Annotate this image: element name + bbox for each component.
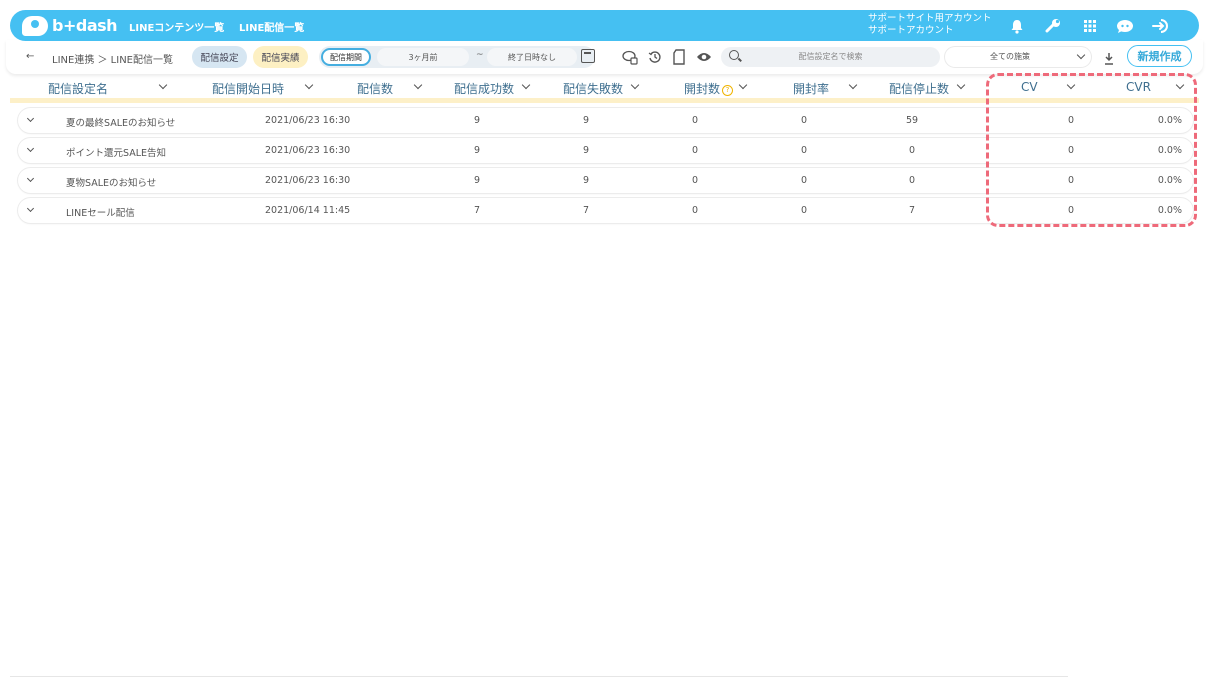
toolbar: ← LINE連携 ＞ LINE配信一覧 配信設定 配信実績 配信期間 3ヶ月前 … [10, 42, 1199, 72]
chevron-down-icon[interactable] [848, 80, 858, 90]
back-arrow-icon[interactable]: ← [26, 51, 34, 62]
grid-icon[interactable] [1080, 16, 1100, 36]
chat-icon[interactable] [1115, 16, 1135, 36]
chevron-down-icon [1076, 50, 1086, 60]
search-placeholder: 配信設定名で検索 [798, 52, 863, 61]
cell-date: 2021/06/14 11:45 [265, 205, 351, 216]
period-separator: ~ [476, 50, 484, 60]
eye-icon[interactable] [694, 47, 714, 67]
period-label[interactable]: 配信期間 [321, 48, 371, 66]
cell-stops: 0 [908, 145, 916, 156]
cell-stops: 59 [905, 115, 919, 126]
cell-success: 9 [582, 175, 590, 186]
column-header-stops[interactable]: 配信停止数 [889, 80, 949, 97]
cell-name: 夏の最終SALEのお知らせ [66, 118, 176, 129]
cell-success: 9 [582, 115, 590, 126]
account-info[interactable]: サポートサイト用アカウント サポートアカウント [868, 13, 992, 37]
cell-sent: 9 [473, 175, 481, 186]
expand-chevron-icon[interactable] [26, 204, 35, 213]
nav-line-contents[interactable]: LINEコンテンツ一覧 [129, 19, 224, 34]
bell-icon[interactable] [1007, 16, 1027, 36]
cell-date: 2021/06/23 16:30 [265, 115, 351, 126]
period-start-field[interactable]: 3ヶ月前 [377, 48, 469, 66]
expand-chevron-icon[interactable] [26, 144, 35, 153]
cell-name: ポイント還元SALE告知 [66, 148, 167, 159]
column-header-opens[interactable]: 開封数? [684, 80, 734, 97]
cell-stops: 0 [908, 175, 916, 186]
cell-date: 2021/06/23 16:30 [265, 145, 351, 156]
tab-delivery-settings[interactable]: 配信設定 [192, 46, 247, 68]
cell-stops: 7 [908, 205, 916, 216]
document-icon[interactable] [669, 47, 689, 67]
cell-fail: 0 [691, 145, 699, 156]
column-header-failure[interactable]: 配信失敗数 [563, 80, 623, 97]
chevron-down-icon[interactable] [158, 80, 168, 90]
column-header-opens-label: 開封数 [684, 82, 721, 96]
column-header-success[interactable]: 配信成功数 [454, 80, 514, 97]
breadcrumb[interactable]: LINE連携 ＞ LINE配信一覧 [52, 51, 173, 66]
cell-date: 2021/06/23 16:30 [265, 175, 351, 186]
cell-opens: 0 [800, 175, 808, 186]
chevron-down-icon[interactable] [738, 80, 748, 90]
column-header-name[interactable]: 配信設定名 [48, 80, 108, 97]
calendar-icon[interactable] [581, 49, 595, 63]
new-create-button[interactable]: 新規作成 [1127, 45, 1192, 67]
chevron-down-icon[interactable] [521, 80, 531, 90]
measure-select-value: 全ての施策 [990, 52, 1030, 61]
chevron-down-icon[interactable] [304, 80, 314, 90]
chevron-down-icon[interactable] [413, 80, 423, 90]
cell-fail: 0 [691, 115, 699, 126]
search-input[interactable]: 配信設定名で検索 [721, 47, 940, 67]
nav-line-deliveries[interactable]: LINE配信一覧 [239, 19, 304, 34]
cell-sent: 9 [473, 115, 481, 126]
logo-bubble-icon [22, 15, 48, 36]
period-end-field[interactable]: 終了日時なし [487, 48, 577, 66]
brand-name: b+dash [52, 16, 118, 35]
column-header-open-rate[interactable]: 開封率 [793, 80, 829, 97]
cell-name: 夏物SALEのお知らせ [66, 178, 157, 189]
expand-chevron-icon[interactable] [26, 114, 35, 123]
account-site-name: サポートサイト用アカウント [868, 13, 992, 24]
cell-opens: 0 [800, 115, 808, 126]
measure-select[interactable]: 全ての施策 [945, 47, 1091, 67]
cell-fail: 0 [691, 205, 699, 216]
chevron-down-icon[interactable] [956, 80, 966, 90]
cell-sent: 9 [473, 145, 481, 156]
logout-icon[interactable] [1151, 16, 1171, 36]
cv-columns-highlight [986, 73, 1197, 227]
cell-name: LINEセール配信 [66, 208, 135, 219]
column-header-sent[interactable]: 配信数 [357, 80, 393, 97]
help-icon[interactable]: ? [722, 85, 734, 96]
tab-delivery-results[interactable]: 配信実績 [253, 46, 308, 68]
period-filter: 配信期間 3ヶ月前 ~ 終了日時なし [319, 46, 595, 68]
cell-sent: 7 [473, 205, 481, 216]
brand-logo[interactable]: b+dash [22, 13, 118, 38]
download-icon[interactable] [1104, 50, 1114, 65]
cell-opens: 0 [800, 145, 808, 156]
wrench-icon[interactable] [1043, 16, 1063, 36]
footer-divider [10, 676, 1068, 677]
history-icon[interactable] [645, 47, 665, 67]
cell-success: 9 [582, 145, 590, 156]
chevron-down-icon[interactable] [630, 80, 640, 90]
expand-chevron-icon[interactable] [26, 174, 35, 183]
cell-success: 7 [582, 205, 590, 216]
cell-fail: 0 [691, 175, 699, 186]
column-header-start-date[interactable]: 配信開始日時 [212, 80, 284, 97]
top-header-bar: b+dash LINEコンテンツ一覧 LINE配信一覧 サポートサイト用アカウン… [10, 10, 1199, 41]
line-message-icon[interactable] [620, 47, 640, 67]
cell-opens: 0 [800, 205, 808, 216]
account-user-name: サポートアカウント [868, 25, 954, 36]
